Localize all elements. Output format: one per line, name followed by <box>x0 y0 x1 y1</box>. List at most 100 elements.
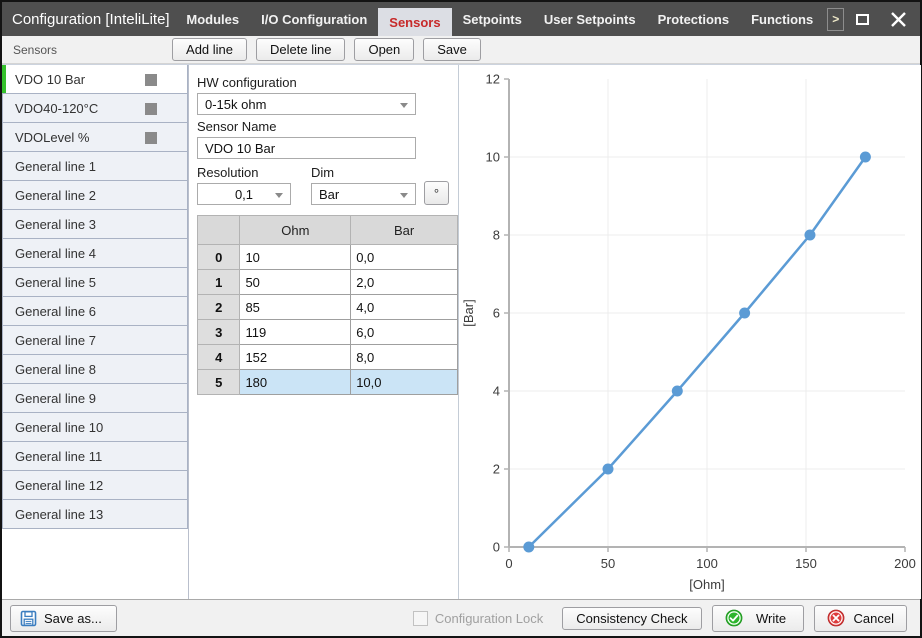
sensors-toolbar: Sensors Add line Delete line Open Save <box>2 36 920 64</box>
y-tick-label: 8 <box>493 228 500 243</box>
consistency-check-button[interactable]: Consistency Check <box>562 607 701 630</box>
bar-cell[interactable]: 8,0 <box>351 345 458 370</box>
sidebar-item-label: VDOLevel % <box>15 130 89 145</box>
sidebar-item-label: General line 9 <box>15 391 96 406</box>
dim-select[interactable]: Bar <box>311 183 416 205</box>
open-button[interactable]: Open <box>354 38 414 61</box>
sidebar-item-vdo-10-bar[interactable]: VDO 10 Bar <box>2 65 188 94</box>
tab-i-o-configuration[interactable]: I/O Configuration <box>250 2 378 36</box>
bar-cell[interactable]: 2,0 <box>351 270 458 295</box>
sidebar-item-general-line-12[interactable]: General line 12 <box>2 470 188 500</box>
sidebar-item-label: General line 3 <box>15 217 96 232</box>
cancel-button[interactable]: Cancel <box>814 605 907 632</box>
chevron-down-icon <box>400 193 408 198</box>
sidebar-item-general-line-1[interactable]: General line 1 <box>2 151 188 181</box>
sidebar-item-general-line-10[interactable]: General line 10 <box>2 412 188 442</box>
resolution-value: 0,1 <box>235 187 253 202</box>
bar-cell[interactable]: 10,0 <box>351 370 458 395</box>
write-button[interactable]: Write <box>712 605 804 632</box>
bar-cell[interactable]: 0,0 <box>351 245 458 270</box>
sidebar-item-general-line-8[interactable]: General line 8 <box>2 354 188 384</box>
sensor-curve-chart: 024681012050100150200[Bar][Ohm] <box>459 65 921 599</box>
chevron-down-icon <box>275 193 283 198</box>
y-tick-label: 4 <box>493 384 500 399</box>
data-point[interactable] <box>860 152 871 163</box>
save-as-button[interactable]: Save as... <box>10 605 117 632</box>
sidebar-item-general-line-9[interactable]: General line 9 <box>2 383 188 413</box>
configuration-lock-checkbox <box>413 611 428 626</box>
row-index[interactable]: 5 <box>198 370 240 395</box>
sidebar-item-label: General line 5 <box>15 275 96 290</box>
resolution-dim-row: Resolution 0,1 Dim Bar ° <box>197 161 458 205</box>
maximize-button[interactable] <box>850 6 876 32</box>
sidebar-item-general-line-11[interactable]: General line 11 <box>2 441 188 471</box>
column-header-bar: Bar <box>351 216 458 245</box>
ohm-cell[interactable]: 85 <box>240 295 351 320</box>
sidebar-item-general-line-6[interactable]: General line 6 <box>2 296 188 326</box>
bar-cell[interactable]: 6,0 <box>351 320 458 345</box>
row-index[interactable]: 1 <box>198 270 240 295</box>
sidebar-item-general-line-4[interactable]: General line 4 <box>2 238 188 268</box>
statusbar: Save as... Configuration Lock Consistenc… <box>2 599 920 636</box>
configuration-window: Configuration [InteliLite] ModulesI/O Co… <box>0 0 922 638</box>
degree-button[interactable]: ° <box>424 181 449 205</box>
tab-modules[interactable]: Modules <box>175 2 250 36</box>
tabs-overflow-button[interactable]: > <box>827 8 844 31</box>
hw-configuration-select[interactable]: 0-15k ohm <box>197 93 416 115</box>
table-row: 0100,0 <box>198 245 458 270</box>
y-tick-label: 2 <box>493 462 500 477</box>
configuration-lock-group: Configuration Lock <box>413 611 543 626</box>
tab-protections[interactable]: Protections <box>647 2 741 36</box>
sidebar-item-general-line-13[interactable]: General line 13 <box>2 499 188 529</box>
tab-sensors[interactable]: Sensors <box>378 8 451 36</box>
resolution-label: Resolution <box>197 165 291 180</box>
row-index[interactable]: 3 <box>198 320 240 345</box>
ohm-cell[interactable]: 10 <box>240 245 351 270</box>
x-tick-label: 50 <box>601 556 615 571</box>
sensor-list: VDO 10 Bar VDO40-120°C VDOLevel % General l… <box>2 65 189 599</box>
sensor-indicator-icon <box>145 132 157 144</box>
table-row: 41528,0 <box>198 345 458 370</box>
data-point[interactable] <box>739 308 750 319</box>
row-index[interactable]: 0 <box>198 245 240 270</box>
sidebar-item-general-line-7[interactable]: General line 7 <box>2 325 188 355</box>
save-button[interactable]: Save <box>423 38 481 61</box>
data-point[interactable] <box>603 464 614 475</box>
bar-cell[interactable]: 4,0 <box>351 295 458 320</box>
row-index[interactable]: 2 <box>198 295 240 320</box>
ohm-cell[interactable]: 180 <box>240 370 351 395</box>
close-button[interactable] <box>886 6 912 32</box>
table-corner-cell <box>198 216 240 245</box>
delete-line-button[interactable]: Delete line <box>256 38 345 61</box>
sidebar-item-general-line-3[interactable]: General line 3 <box>2 209 188 239</box>
x-tick-label: 100 <box>696 556 718 571</box>
tab-user-setpoints[interactable]: User Setpoints <box>533 2 647 36</box>
sidebar-item-label: General line 4 <box>15 246 96 261</box>
ohm-cell[interactable]: 119 <box>240 320 351 345</box>
panel-label: Sensors <box>13 43 57 57</box>
configuration-lock-label: Configuration Lock <box>435 611 543 626</box>
sensor-form: HW configuration 0-15k ohm Sensor Name R… <box>189 65 459 599</box>
resolution-select[interactable]: 0,1 <box>197 183 291 205</box>
y-tick-label: 6 <box>493 306 500 321</box>
data-point[interactable] <box>672 386 683 397</box>
sidebar-item-label: General line 12 <box>15 478 103 493</box>
tab-functions[interactable]: Functions <box>740 2 824 36</box>
row-index[interactable]: 4 <box>198 345 240 370</box>
sidebar-item-vdolevel[interactable]: VDOLevel % <box>2 122 188 152</box>
sidebar-item-label: VDO 10 Bar <box>15 72 85 87</box>
data-point[interactable] <box>804 230 815 241</box>
save-icon <box>20 610 37 627</box>
sidebar-item-general-line-5[interactable]: General line 5 <box>2 267 188 297</box>
tab-setpoints[interactable]: Setpoints <box>452 2 533 36</box>
window-title: Configuration [InteliLite] <box>12 11 170 28</box>
dim-value: Bar <box>319 187 339 202</box>
ohm-cell[interactable]: 50 <box>240 270 351 295</box>
sidebar-item-general-line-2[interactable]: General line 2 <box>2 180 188 210</box>
sidebar-item-vdo40-120-c[interactable]: VDO40-120°C <box>2 93 188 123</box>
data-point[interactable] <box>523 542 534 553</box>
add-line-button[interactable]: Add line <box>172 38 247 61</box>
sensor-name-input[interactable] <box>197 137 416 159</box>
ohm-cell[interactable]: 152 <box>240 345 351 370</box>
x-tick-label: 0 <box>505 556 512 571</box>
